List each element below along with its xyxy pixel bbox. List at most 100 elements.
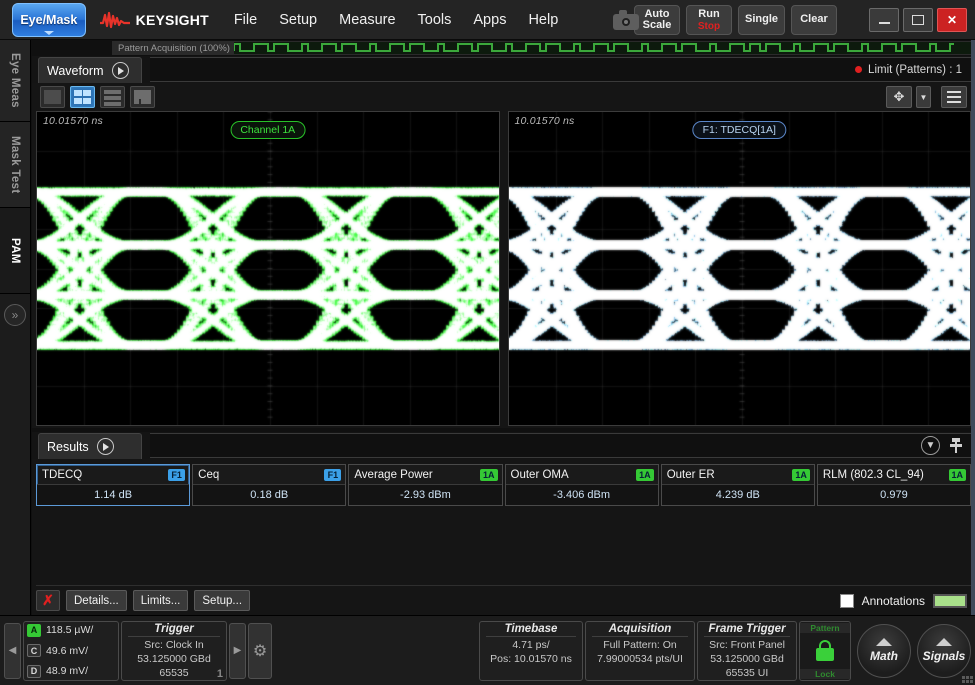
timebase-panel[interactable]: Timebase 4.71 ps/ Pos: 10.01570 ns	[479, 621, 583, 681]
move-icon[interactable]: ✥	[886, 86, 912, 108]
timebase-title: Timebase	[486, 623, 576, 637]
scroll-left-button[interactable]: ◀	[4, 623, 21, 679]
tab-results[interactable]: Results	[38, 433, 142, 459]
measurement-name: Average Power	[354, 469, 432, 481]
measurement-source-badge: F1	[324, 469, 341, 481]
measurement-cell-outer-er[interactable]: Outer ER 1A 4.239 dB	[661, 464, 815, 506]
menu-item-apps[interactable]: Apps	[462, 8, 517, 32]
layout-single-button[interactable]	[40, 86, 65, 108]
eye-diagram-area: 10.01570 ns Channel 1A 10.01570 ns F1: T…	[32, 111, 975, 426]
eye-diagram-tdecq[interactable]: 10.01570 ns F1: TDECQ[1A]	[508, 111, 972, 426]
eye-label-tdecq[interactable]: F1: TDECQ[1A]	[693, 121, 786, 139]
triangle-up-icon	[876, 638, 892, 646]
trigger-line-3: 65535	[159, 667, 188, 679]
channel-summary-box[interactable]: A 118.5 µW/ C 49.6 mV/ D 48.9 mV/	[23, 621, 119, 681]
menu-item-measure[interactable]: Measure	[328, 8, 406, 32]
acquisition-title: Acquisition	[592, 623, 688, 637]
setup-button[interactable]: Setup...	[194, 590, 250, 611]
camera-icon[interactable]	[613, 10, 634, 30]
menu-item-file[interactable]: File	[223, 8, 268, 32]
play-icon[interactable]	[112, 62, 129, 79]
pattern-acquisition-label: Pattern Acquisition (100%)	[112, 43, 230, 54]
layout-rows-button[interactable]	[100, 86, 125, 108]
annotations-checkbox[interactable]	[840, 594, 854, 608]
math-knob-label: Math	[870, 649, 898, 663]
resize-grip[interactable]	[962, 676, 973, 683]
sidebar-item-pam[interactable]: PAM	[0, 208, 30, 294]
eye-canvas-blue	[509, 112, 972, 425]
signals-knob[interactable]: Signals	[917, 624, 971, 678]
math-knob[interactable]: Math	[857, 624, 911, 678]
pattern-lock-indicator[interactable]: Pattern Lock	[799, 621, 851, 681]
chevron-down-icon	[44, 31, 54, 35]
eye-mask-mode-button[interactable]: Eye/Mask	[12, 3, 86, 37]
clear-label: Clear	[800, 14, 828, 25]
delete-measurement-button[interactable]: ✗	[36, 590, 60, 611]
auto-scale-button[interactable]: Auto Scale	[634, 5, 680, 35]
annotations-label: Annotations	[862, 594, 925, 608]
acquisition-panel[interactable]: Acquisition Full Pattern: On 7.99000534 …	[585, 621, 695, 681]
channel-tag-a: A	[27, 624, 41, 637]
layout-quad-button[interactable]	[70, 86, 95, 108]
frame-trigger-panel[interactable]: Frame Trigger Src: Front Panel 53.125000…	[697, 621, 797, 681]
single-button[interactable]: Single	[738, 5, 785, 35]
camera-lens	[622, 18, 630, 26]
play-icon[interactable]	[97, 438, 114, 455]
results-measurement-grid: TDECQ F1 1.14 dB Ceq F1 0.18 dB Average …	[36, 464, 971, 506]
signals-knob-label: Signals	[923, 649, 966, 663]
progress-waveform-icon	[234, 42, 954, 54]
sidebar-item-eye-meas[interactable]: Eye Meas	[0, 40, 30, 122]
pin-icon[interactable]	[950, 438, 962, 454]
limits-button[interactable]: Limits...	[133, 590, 189, 611]
eye-label-channel-1a[interactable]: Channel 1A	[230, 121, 305, 139]
close-button[interactable]: ✕	[937, 8, 967, 32]
maximize-button[interactable]	[903, 8, 933, 32]
measurement-cell-tdecq[interactable]: TDECQ F1 1.14 dB	[36, 464, 190, 506]
details-button[interactable]: Details...	[66, 590, 127, 611]
waveform-tabbar-fill: Limit (Patterns) : 1	[150, 57, 975, 82]
measurement-value: -2.93 dBm	[349, 484, 501, 505]
measurement-header: Average Power 1A	[349, 465, 501, 484]
measurement-cell-rlm[interactable]: RLM (802.3 CL_94) 1A 0.979	[817, 464, 971, 506]
measurement-cell-average-power[interactable]: Average Power 1A -2.93 dBm	[348, 464, 502, 506]
chevron-down-icon[interactable]: ▼	[916, 86, 931, 108]
sidebar-label-mask-test: Mask Test	[9, 136, 21, 193]
clear-button[interactable]: Clear	[791, 5, 837, 35]
tab-waveform[interactable]: Waveform	[38, 57, 142, 83]
measurement-value: -3.406 dBm	[506, 484, 658, 505]
lock-icon	[815, 640, 835, 662]
results-panel: Results ▼ TDECQ F1 1.14 dB Ceq	[32, 432, 975, 615]
layout-split-button[interactable]	[130, 86, 155, 108]
auto-scale-line1: Auto	[644, 9, 669, 20]
channel-tag-d: D	[27, 665, 41, 678]
menu-item-setup[interactable]: Setup	[268, 8, 328, 32]
channel-value-a: 118.5 µW/	[46, 624, 93, 636]
measurement-value: 1.14 dB	[37, 484, 189, 505]
eye-timestamp-right: 10.01570 ns	[515, 115, 575, 127]
measurement-value: 0.18 dB	[193, 484, 345, 505]
waveform-tab-bar: Waveform Limit (Patterns) : 1	[32, 56, 975, 83]
hamburger-icon[interactable]	[941, 86, 967, 108]
results-action-bar: ✗ Details... Limits... Setup... Annotati…	[36, 585, 971, 611]
sidebar-item-mask-test[interactable]: Mask Test	[0, 122, 30, 208]
menu-item-help[interactable]: Help	[517, 8, 569, 32]
measurement-header: Outer ER 1A	[662, 465, 814, 484]
menu-item-tools[interactable]: Tools	[407, 8, 463, 32]
results-tab-bar: Results ▼	[32, 432, 975, 459]
pattern-lock-bottom-label: Lock	[800, 669, 850, 679]
measurement-cell-outer-oma[interactable]: Outer OMA 1A -3.406 dBm	[505, 464, 659, 506]
limit-indicator: Limit (Patterns) : 1	[855, 64, 962, 76]
measurement-name: RLM (802.3 CL_94)	[823, 469, 924, 481]
trigger-panel[interactable]: Trigger Src: Clock In 53.125000 GBd 6553…	[121, 621, 227, 681]
run-stop-button[interactable]: Run Stop	[686, 5, 732, 35]
measurement-source-badge: 1A	[636, 469, 654, 481]
sidebar-expand-icon[interactable]: »	[4, 304, 26, 326]
scroll-right-button[interactable]: ▶	[229, 623, 246, 679]
measurement-cell-ceq[interactable]: Ceq F1 0.18 dB	[192, 464, 346, 506]
minimize-button[interactable]	[869, 8, 899, 32]
chevron-down-circle-icon[interactable]: ▼	[921, 436, 940, 455]
eye-diagram-channel-1a[interactable]: 10.01570 ns Channel 1A	[36, 111, 500, 426]
annotations-color-swatch[interactable]	[933, 594, 967, 608]
measurement-value: 0.979	[818, 484, 970, 505]
gear-icon[interactable]: ⚙	[248, 623, 272, 679]
